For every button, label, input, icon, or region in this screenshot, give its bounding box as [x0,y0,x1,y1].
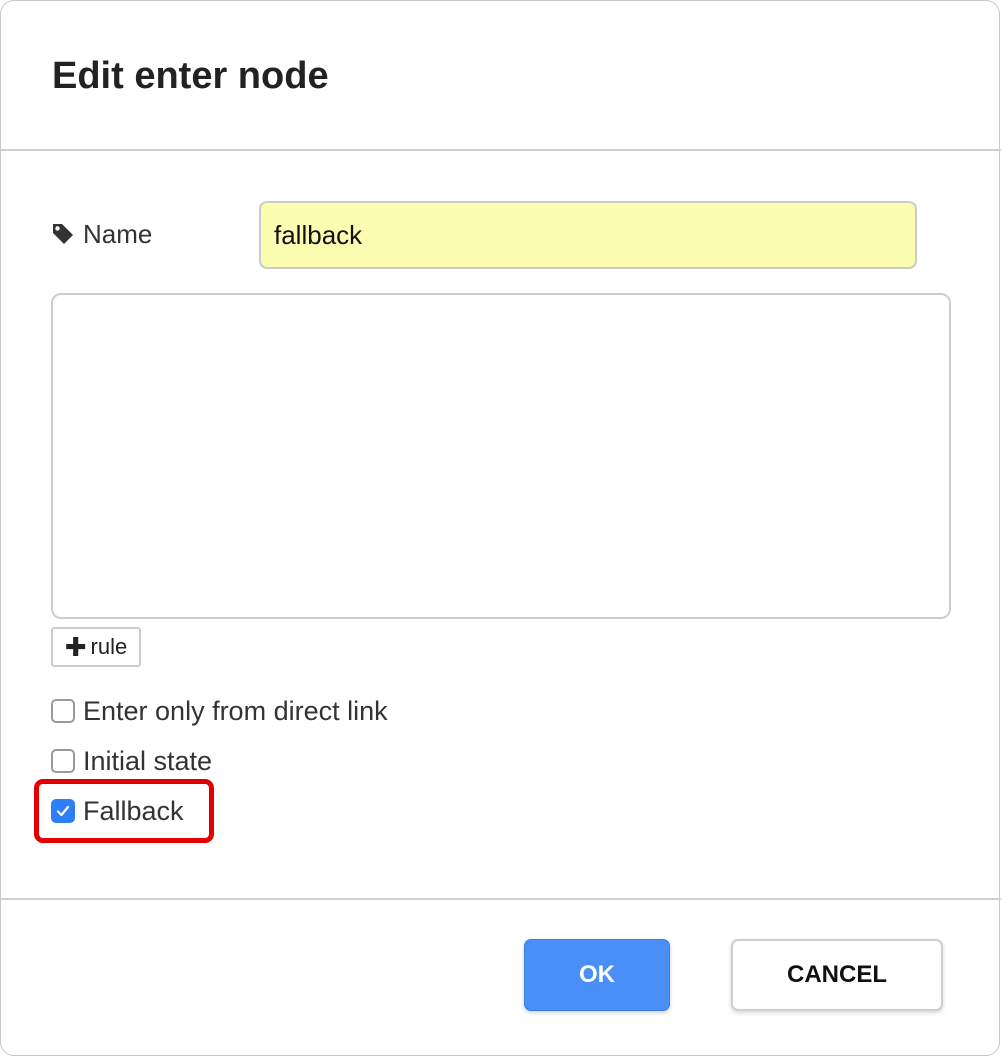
direct-link-checkbox[interactable] [51,699,75,723]
option-direct-link: Enter only from direct link [51,695,388,727]
cancel-button[interactable]: CANCEL [731,939,943,1011]
initial-state-label[interactable]: Initial state [83,746,212,777]
header-divider [1,149,1001,151]
initial-state-checkbox[interactable] [51,749,75,773]
direct-link-label[interactable]: Enter only from direct link [83,696,388,727]
add-rule-button[interactable]: ✚ rule [51,627,141,667]
fallback-highlight-box [34,779,214,843]
tag-icon [51,222,75,246]
footer-divider [1,898,1001,900]
rules-list[interactable] [51,293,951,619]
option-initial-state: Initial state [51,745,212,777]
name-field-label: Name [51,217,152,251]
ok-button[interactable]: OK [524,939,670,1011]
edit-node-dialog: Edit enter node Name ✚ rule Enter only f… [0,0,1001,1056]
dialog-title: Edit enter node [52,55,329,97]
name-label-text: Name [83,218,153,249]
plus-icon: ✚ [64,632,87,662]
add-rule-label: rule [90,634,128,659]
name-input[interactable] [259,201,917,269]
